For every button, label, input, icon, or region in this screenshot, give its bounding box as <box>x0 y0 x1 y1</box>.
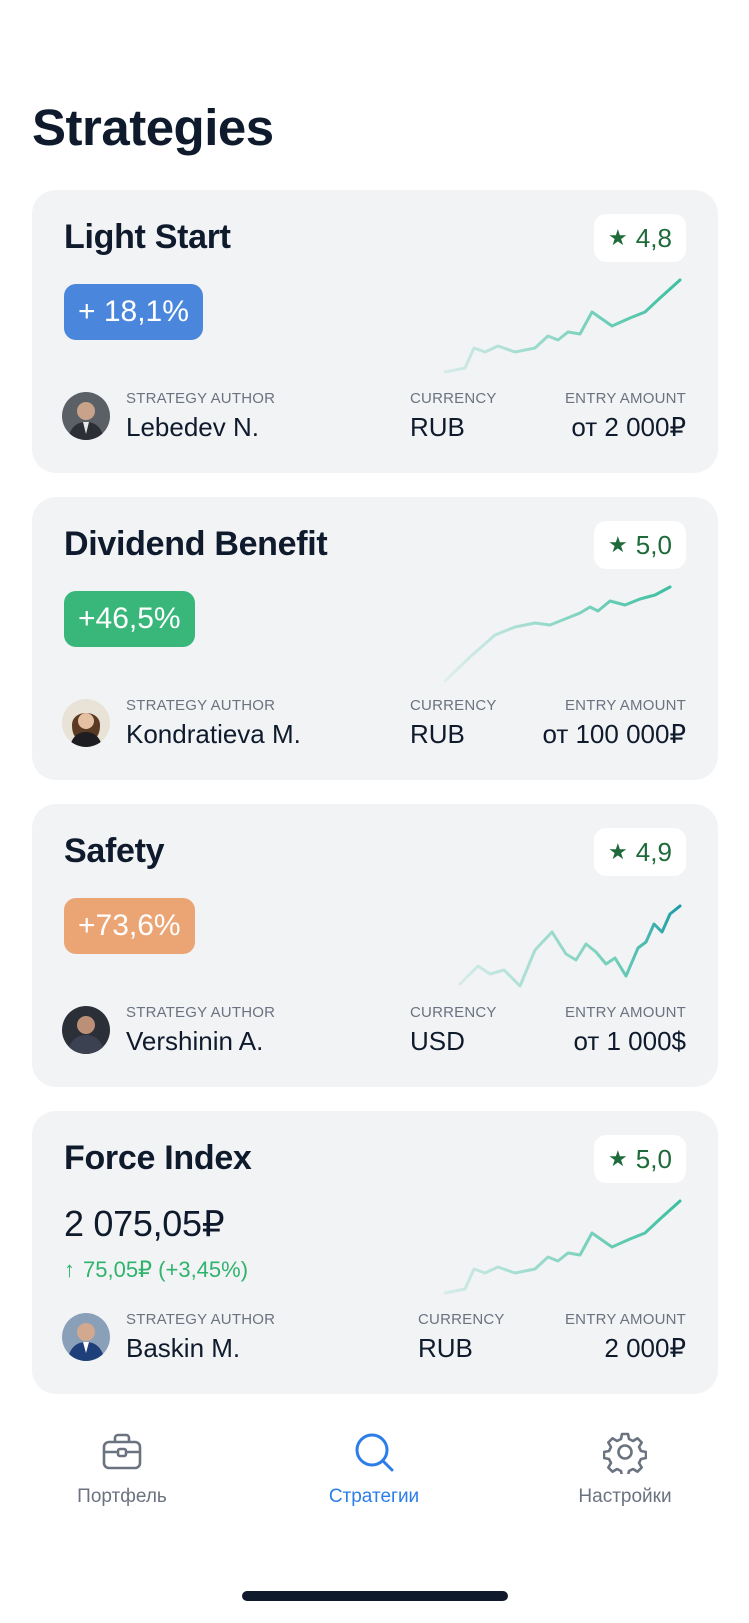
tab-strategies[interactable]: Стратегии <box>274 1430 474 1508</box>
star-icon: ★ <box>608 532 628 557</box>
author-avatar <box>62 1006 110 1054</box>
return-badge: +73,6% <box>64 898 195 954</box>
sparkline-chart <box>443 585 672 683</box>
rating-value: 4,9 <box>635 836 672 867</box>
author-label: STRATEGY AUTHOR <box>126 1004 276 1021</box>
currency-value: USD <box>410 1026 465 1056</box>
strategy-card-light-start[interactable]: Light Start ★ 4,8 + 18,1% STRATEGY AUTHO… <box>32 190 718 473</box>
star-icon: ★ <box>608 225 628 250</box>
sparkline-chart <box>443 1199 682 1295</box>
currency-label: CURRENCY <box>410 697 497 714</box>
rating-value: 5,0 <box>635 1143 672 1174</box>
gear-icon <box>603 1432 647 1474</box>
strategy-name: Dividend Benefit <box>64 525 328 563</box>
entry-amount-value: от 1 000$ <box>573 1026 686 1056</box>
briefcase-icon <box>102 1433 142 1470</box>
currency-label: CURRENCY <box>410 390 497 407</box>
sparkline-chart <box>443 278 682 374</box>
entry-amount-label: ENTRY AMOUNT <box>564 1004 686 1021</box>
author-name: Kondratieva M. <box>126 719 301 749</box>
rating-badge: ★ 4,9 <box>594 828 686 876</box>
tab-bar: Портфель Стратегии Настройки <box>0 1430 749 1550</box>
author-name: Baskin M. <box>126 1333 241 1363</box>
price-change-value: 75,05₽ (+3,45%) <box>83 1257 249 1282</box>
rating-badge: ★ 5,0 <box>594 521 686 569</box>
tab-settings[interactable]: Настройки <box>525 1430 725 1508</box>
star-icon: ★ <box>608 1146 628 1171</box>
search-icon <box>355 1433 394 1472</box>
currency-label: CURRENCY <box>418 1311 505 1328</box>
return-badge: +46,5% <box>64 591 195 647</box>
author-avatar <box>62 1313 110 1361</box>
currency-value: RUB <box>410 412 465 442</box>
author-label: STRATEGY AUTHOR <box>126 1311 276 1328</box>
tab-portfolio[interactable]: Портфель <box>22 1430 222 1508</box>
entry-amount-value: от 100 000₽ <box>542 719 686 749</box>
author-avatar <box>62 392 110 440</box>
rating-badge: ★ 5,0 <box>594 1135 686 1183</box>
entry-amount-label: ENTRY AMOUNT <box>564 390 686 407</box>
strategy-price: 2 075,05₽ <box>64 1203 225 1244</box>
star-icon: ★ <box>608 839 628 864</box>
rating-value: 4,8 <box>635 222 672 253</box>
entry-amount-value: от 2 000₽ <box>571 412 686 442</box>
author-name: Lebedev N. <box>126 412 259 442</box>
entry-amount-label: ENTRY AMOUNT <box>564 697 686 714</box>
return-badge: + 18,1% <box>64 284 203 340</box>
author-avatar <box>62 699 110 747</box>
arrow-up-icon: ↑ <box>64 1257 75 1282</box>
strategy-card-force-index[interactable]: Force Index ★ 5,0 2 075,05₽ ↑ 75,05₽ (+3… <box>32 1111 718 1394</box>
sparkline-chart <box>458 904 682 988</box>
tab-label: Настройки <box>578 1486 672 1507</box>
entry-amount-label: ENTRY AMOUNT <box>564 1311 686 1328</box>
rating-value: 5,0 <box>635 529 672 560</box>
rating-badge: ★ 4,8 <box>594 214 686 262</box>
page-title: Strategies <box>32 99 274 156</box>
strategy-name: Force Index <box>64 1139 252 1177</box>
tab-label: Портфель <box>77 1486 167 1507</box>
currency-value: RUB <box>410 719 465 749</box>
strategy-name: Safety <box>64 832 165 870</box>
author-name: Vershinin A. <box>126 1026 264 1056</box>
strategy-card-dividend-benefit[interactable]: Dividend Benefit ★ 5,0 +46,5% STRATEGY A… <box>32 497 718 780</box>
strategy-name: Light Start <box>64 218 231 256</box>
currency-value: RUB <box>418 1333 473 1363</box>
price-change: ↑ 75,05₽ (+3,45%) <box>64 1257 248 1283</box>
home-indicator <box>242 1591 508 1601</box>
strategy-card-safety[interactable]: Safety ★ 4,9 +73,6% STRATEGY AUTHOR Vers… <box>32 804 718 1087</box>
entry-amount-value: 2 000₽ <box>604 1333 686 1363</box>
tab-label: Стратегии <box>328 1486 420 1507</box>
currency-label: CURRENCY <box>410 1004 497 1021</box>
author-label: STRATEGY AUTHOR <box>126 390 276 407</box>
author-label: STRATEGY AUTHOR <box>126 697 276 714</box>
